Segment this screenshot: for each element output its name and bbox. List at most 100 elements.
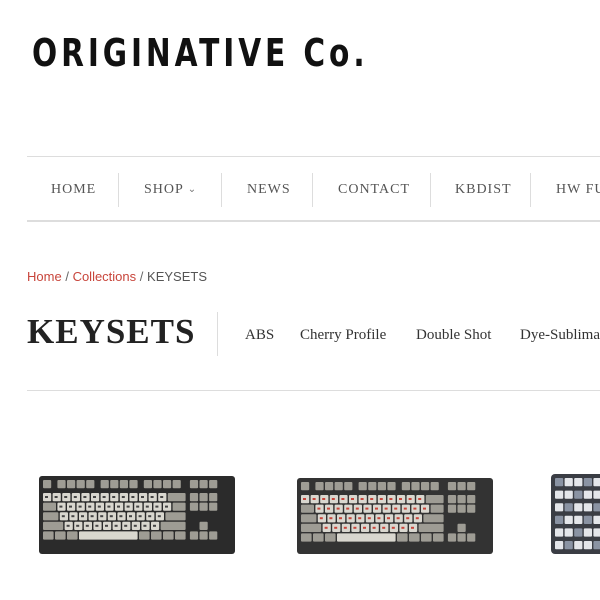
- keycap: [209, 502, 218, 511]
- keycap: [189, 493, 199, 502]
- keycap-legend: [112, 496, 116, 498]
- keycap-legend: [377, 517, 381, 520]
- keycap: [564, 478, 573, 487]
- keycap: [325, 533, 336, 542]
- keycap-legend: [97, 505, 101, 508]
- keycap: [411, 482, 420, 491]
- keycap: [76, 480, 85, 489]
- keycap-legend: [387, 517, 390, 520]
- nav-item-shop[interactable]: SHOP ⌄: [144, 157, 197, 221]
- keycap: [199, 502, 208, 511]
- keycap: [447, 504, 457, 513]
- filter-cherry-profile[interactable]: Cherry Profile: [300, 327, 386, 344]
- keycap: [209, 531, 218, 540]
- keycap-legend: [312, 498, 316, 500]
- keycap: [387, 482, 396, 491]
- keycap: [593, 503, 600, 512]
- keycap: [165, 512, 186, 521]
- keycap: [555, 541, 564, 550]
- keycap: [401, 482, 410, 491]
- keycap: [199, 521, 208, 530]
- keycap-legend: [358, 517, 362, 520]
- keycap: [397, 533, 408, 542]
- nav-item-hw[interactable]: HW FU: [556, 157, 600, 221]
- keycap: [583, 528, 592, 537]
- keycap: [43, 521, 64, 530]
- product-image-keyboard: [551, 474, 600, 554]
- keycap-legend: [415, 517, 419, 520]
- keycap: [358, 482, 367, 491]
- product-card[interactable]: [551, 470, 600, 556]
- keycap: [574, 541, 583, 550]
- nav-item-home[interactable]: HOME: [51, 157, 96, 221]
- keycap-legend: [143, 524, 147, 527]
- keycap-legend: [322, 498, 326, 500]
- keycap: [43, 502, 56, 511]
- keycap-legend: [329, 517, 333, 520]
- keycap: [447, 482, 457, 491]
- keycap-legend: [100, 515, 104, 518]
- keycap: [583, 541, 592, 550]
- keycap: [564, 503, 573, 512]
- keycap: [555, 490, 564, 499]
- keycap-legend: [348, 517, 352, 520]
- keycap-legend: [317, 507, 321, 510]
- keycap-legend: [165, 505, 168, 508]
- title-divider: [217, 312, 218, 356]
- keycap-legend: [126, 505, 130, 508]
- keycap-legend: [353, 526, 357, 529]
- keycap-legend: [401, 526, 405, 529]
- keycap: [467, 482, 476, 491]
- keycap-legend: [372, 526, 376, 529]
- keycap: [163, 531, 174, 540]
- filter-double-shot[interactable]: Double Shot: [416, 327, 491, 344]
- keycap: [555, 478, 564, 487]
- nav-item-kbdist[interactable]: KBDIST: [455, 157, 512, 221]
- keycap: [337, 533, 396, 542]
- keycap: [421, 533, 432, 542]
- keycap-legend: [85, 524, 89, 527]
- keycap-legend: [157, 515, 161, 518]
- product-card[interactable]: [297, 470, 495, 556]
- keycap-legend: [394, 507, 398, 510]
- breadcrumb-home-link[interactable]: Home: [27, 269, 62, 284]
- keycap-legend: [148, 515, 152, 518]
- keycap-legend: [303, 498, 306, 500]
- breadcrumb-collections-link[interactable]: Collections: [73, 269, 137, 284]
- keycap-legend: [138, 515, 142, 518]
- keycap-legend: [339, 517, 342, 520]
- keycap: [421, 482, 430, 491]
- keycap-legend: [109, 515, 113, 518]
- site-logo[interactable]: ORIGINATIVE Co.: [32, 34, 368, 72]
- product-card[interactable]: [39, 470, 237, 556]
- keycap: [199, 531, 208, 540]
- keycap-legend: [119, 515, 123, 518]
- keycap-legend: [114, 524, 118, 527]
- keycap: [172, 480, 181, 489]
- keycap: [43, 480, 52, 489]
- keycap: [555, 515, 564, 524]
- filter-abs[interactable]: ABS: [245, 327, 274, 344]
- keycap-legend: [73, 496, 77, 498]
- keycap: [55, 531, 66, 540]
- keycap-legend: [83, 496, 87, 498]
- keycap-legend: [71, 515, 75, 518]
- keycap-legend: [145, 505, 149, 508]
- keycap-legend: [69, 505, 72, 508]
- nav-item-news[interactable]: NEWS: [247, 157, 291, 221]
- keycap: [583, 503, 592, 512]
- keycap: [593, 528, 600, 537]
- keycap: [447, 495, 457, 504]
- keycap-legend: [324, 526, 328, 529]
- nav-item-contact[interactable]: CONTACT: [338, 157, 410, 221]
- keycap: [301, 504, 314, 513]
- filter-dye-sublimation[interactable]: Dye-Sublima: [520, 327, 600, 344]
- keycap: [430, 504, 444, 513]
- keycap-legend: [346, 507, 350, 510]
- keycap-legend: [102, 496, 106, 498]
- breadcrumb-separator: /: [65, 269, 69, 284]
- keycap: [86, 480, 95, 489]
- keycap: [172, 502, 186, 511]
- section-divider: [27, 390, 600, 391]
- keycap-legend: [66, 524, 70, 527]
